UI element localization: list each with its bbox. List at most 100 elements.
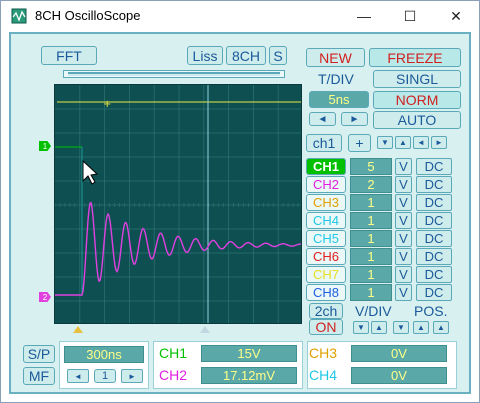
scope-panel: FFT Liss 8CH S + 1 2 NEW FREEZE T/DIV 5n… bbox=[9, 32, 471, 394]
channel-4-vdiv[interactable]: 1 bbox=[350, 212, 392, 229]
normal-button[interactable]: NORM bbox=[373, 91, 461, 109]
maximize-button[interactable]: ☐ bbox=[387, 1, 433, 31]
arrow-up-icon: ▲ bbox=[399, 138, 407, 147]
channel-2-toggle[interactable]: CH2 bbox=[306, 176, 346, 193]
channel-6-vdiv[interactable]: 1 bbox=[350, 248, 392, 265]
channel-7-unit[interactable]: V bbox=[395, 266, 412, 283]
app-window: 8CH OscilloScope — ☐ ✕ FFT Liss 8CH S + bbox=[0, 0, 480, 403]
ch2-marker[interactable]: 2 bbox=[39, 292, 51, 302]
scrollbar-thumb[interactable] bbox=[68, 72, 280, 76]
title-bar[interactable]: 8CH OscilloScope — ☐ ✕ bbox=[1, 1, 479, 31]
channel-4-toggle[interactable]: CH4 bbox=[306, 212, 346, 229]
pos-label: POS. bbox=[414, 303, 448, 319]
channel-2-vdiv[interactable]: 2 bbox=[350, 176, 392, 193]
channel-3-toggle[interactable]: CH3 bbox=[306, 194, 346, 211]
minimize-icon: — bbox=[357, 8, 371, 24]
trigger-position-marker[interactable] bbox=[73, 326, 83, 333]
arrow-up-icon: ▲ bbox=[417, 323, 425, 332]
oscilloscope-screen[interactable]: + bbox=[54, 84, 302, 324]
move-down-button[interactable]: ▼ bbox=[377, 136, 393, 149]
on-button[interactable]: ON bbox=[309, 319, 343, 335]
liss-button[interactable]: Liss bbox=[187, 46, 223, 65]
channel-6-coupling[interactable]: DC bbox=[416, 248, 452, 265]
s-button[interactable]: S bbox=[269, 46, 287, 65]
channel-1-unit[interactable]: V bbox=[395, 158, 412, 175]
mf-button[interactable]: MF bbox=[23, 367, 55, 385]
time-value: 300ns bbox=[64, 346, 144, 363]
timeline-scrollbar[interactable] bbox=[63, 70, 285, 78]
channel-7-vdiv[interactable]: 1 bbox=[350, 266, 392, 283]
channel-2-coupling[interactable]: DC bbox=[416, 176, 452, 193]
time-prev-button[interactable]: ◄ bbox=[67, 369, 89, 383]
auto-button[interactable]: AUTO bbox=[373, 111, 461, 129]
vdiv-up-button[interactable]: ▲ bbox=[371, 321, 387, 334]
arrow-up-icon: ▲ bbox=[375, 323, 383, 332]
arrow-down-icon: ▼ bbox=[397, 323, 405, 332]
vdiv-down-button[interactable]: ▼ bbox=[353, 321, 369, 334]
channel-6-toggle[interactable]: CH6 bbox=[306, 248, 346, 265]
ch2-waveform bbox=[55, 201, 301, 296]
arrow-down-icon: ▼ bbox=[357, 323, 365, 332]
channel-8-vdiv[interactable]: 1 bbox=[350, 284, 392, 301]
app-icon bbox=[11, 8, 27, 24]
pos-up-button[interactable]: ▲ bbox=[413, 321, 429, 334]
channel-3-vdiv[interactable]: 1 bbox=[350, 194, 392, 211]
sp-button[interactable]: S/P bbox=[23, 345, 55, 363]
move-left-button[interactable]: ◄ bbox=[413, 136, 429, 149]
channel-8-unit[interactable]: V bbox=[395, 284, 412, 301]
channel-7-coupling[interactable]: DC bbox=[416, 266, 452, 283]
ch1-marker-label: 1 bbox=[42, 141, 48, 151]
page-number[interactable]: 1 bbox=[94, 369, 116, 383]
8ch-button[interactable]: 8CH bbox=[226, 46, 266, 65]
add-channel-button[interactable]: + bbox=[348, 134, 371, 152]
new-button[interactable]: NEW bbox=[306, 48, 365, 67]
arrow-right-icon: ► bbox=[349, 113, 360, 125]
move-up-button[interactable]: ▲ bbox=[395, 136, 411, 149]
channel-6-unit[interactable]: V bbox=[395, 248, 412, 265]
channel-3-coupling[interactable]: DC bbox=[416, 194, 452, 211]
channel-2-unit[interactable]: V bbox=[395, 176, 412, 193]
channel-1-coupling[interactable]: DC bbox=[416, 158, 452, 175]
arrow-right-icon: ► bbox=[128, 371, 136, 381]
fft-button[interactable]: FFT bbox=[41, 46, 97, 65]
close-icon: ✕ bbox=[450, 7, 462, 24]
tdiv-label: T/DIV bbox=[318, 71, 354, 87]
channel-4-unit[interactable]: V bbox=[395, 212, 412, 229]
single-button[interactable]: SINGL bbox=[373, 70, 461, 88]
pos-reset-button[interactable]: ▲ bbox=[433, 321, 449, 334]
ch2-measure-value: 17.12mV bbox=[201, 367, 297, 384]
channel-8-coupling[interactable]: DC bbox=[416, 284, 452, 301]
channel-5-unit[interactable]: V bbox=[395, 230, 412, 247]
channel-5-toggle[interactable]: CH5 bbox=[306, 230, 346, 247]
channel-5-vdiv[interactable]: 1 bbox=[350, 230, 392, 247]
arrow-left-icon: ◄ bbox=[417, 138, 425, 147]
channel-3-unit[interactable]: V bbox=[395, 194, 412, 211]
ch2-measure-label: CH2 bbox=[159, 367, 188, 383]
tdiv-increase-button[interactable]: ► bbox=[341, 112, 368, 126]
pos-down-button[interactable]: ▼ bbox=[393, 321, 409, 334]
move-right-button[interactable]: ► bbox=[431, 136, 447, 149]
channel-1-toggle[interactable]: CH1 bbox=[306, 158, 346, 175]
ch3-measure-label: CH3 bbox=[309, 345, 338, 361]
close-button[interactable]: ✕ bbox=[433, 1, 479, 31]
channel-select[interactable]: ch1 bbox=[306, 134, 342, 152]
cursor-position-marker[interactable] bbox=[200, 326, 210, 333]
channel-8-toggle[interactable]: CH8 bbox=[306, 284, 346, 301]
channel-1-vdiv[interactable]: 5 bbox=[350, 158, 392, 175]
tdiv-decrease-button[interactable]: ◄ bbox=[309, 112, 336, 126]
ch1-measure-value: 15V bbox=[201, 345, 297, 362]
minimize-button[interactable]: — bbox=[341, 1, 387, 31]
channel-4-coupling[interactable]: DC bbox=[416, 212, 452, 229]
channel-5-coupling[interactable]: DC bbox=[416, 230, 452, 247]
two-channel-button[interactable]: 2ch bbox=[309, 303, 343, 319]
freeze-button[interactable]: FREEZE bbox=[369, 48, 461, 67]
ch1-marker[interactable]: 1 bbox=[39, 141, 51, 151]
channel-7-toggle[interactable]: CH7 bbox=[306, 266, 346, 283]
ch4-measure-value: 0V bbox=[351, 367, 447, 384]
window-title: 8CH OscilloScope bbox=[35, 8, 141, 23]
arrow-right-icon: ► bbox=[435, 138, 443, 147]
vdiv-label: V/DIV bbox=[355, 303, 392, 319]
time-next-button[interactable]: ► bbox=[121, 369, 143, 383]
ch3-measure-value: 0V bbox=[351, 345, 447, 362]
ch1-measure-label: CH1 bbox=[159, 345, 188, 361]
